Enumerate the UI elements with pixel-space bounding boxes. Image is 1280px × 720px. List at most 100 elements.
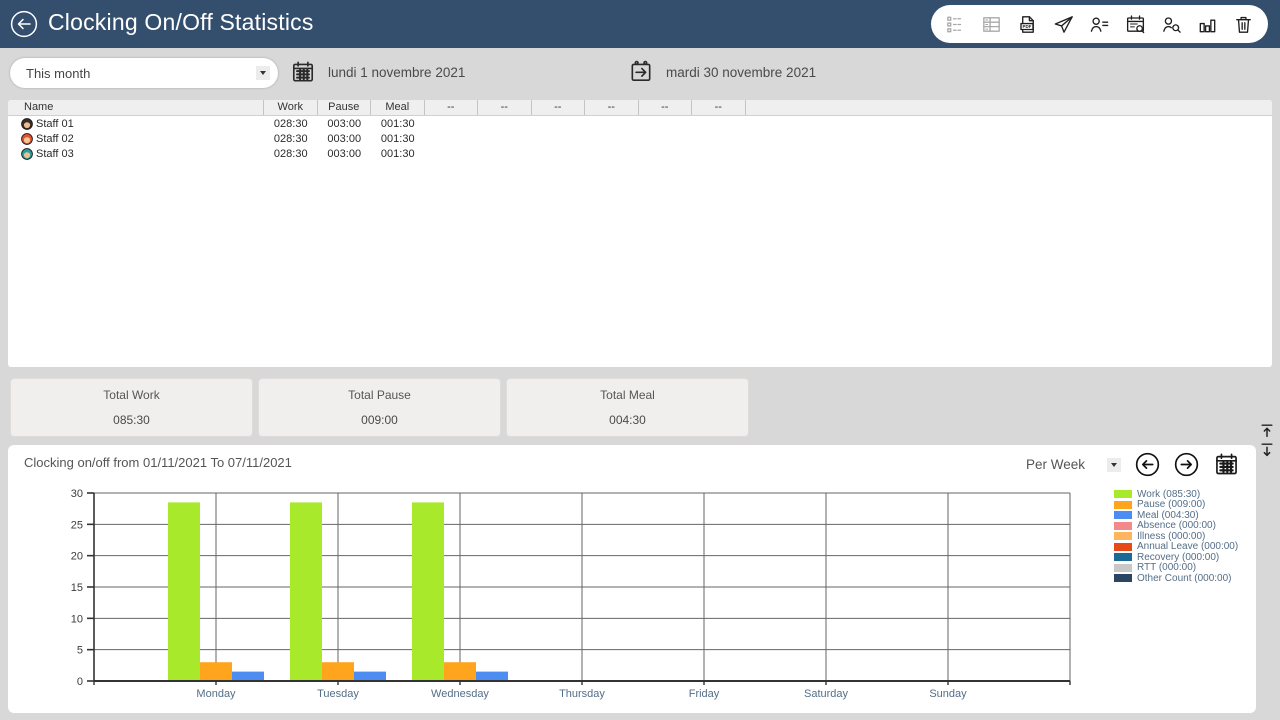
total-work-card: Total Work 085:30 bbox=[10, 378, 253, 437]
column-header-filler bbox=[746, 100, 1273, 115]
legend-swatch bbox=[1114, 564, 1132, 572]
arrow-up-to-line-icon bbox=[1258, 422, 1276, 439]
bar-chart: 051015202530MondayTuesdayWednesdayThursd… bbox=[14, 485, 1114, 711]
back-button[interactable] bbox=[10, 10, 38, 38]
x-category-label: Wednesday bbox=[431, 688, 489, 700]
x-category-label: Saturday bbox=[804, 688, 849, 700]
export-pdf-icon[interactable]: PDF bbox=[1016, 13, 1039, 36]
arrow-down-to-line-icon bbox=[1258, 441, 1276, 458]
bar-monday-3 bbox=[232, 672, 264, 681]
y-tick-label: 5 bbox=[77, 645, 83, 657]
meal-cell: 001:30 bbox=[371, 133, 425, 145]
staff-table: NameWorkPauseMeal------------ Staff 01 02… bbox=[8, 100, 1272, 367]
y-tick-label: 20 bbox=[71, 551, 83, 563]
user-search-icon[interactable] bbox=[1160, 13, 1183, 36]
previous-period-button[interactable] bbox=[1135, 452, 1160, 477]
svg-text:PDF: PDF bbox=[1023, 24, 1032, 29]
staff-name-cell: Staff 03 bbox=[8, 148, 264, 160]
bar-monday-2 bbox=[200, 662, 232, 681]
staff-name-cell: Staff 02 bbox=[8, 133, 264, 145]
report-list-icon[interactable] bbox=[944, 13, 967, 36]
column-header-empty-9: -- bbox=[692, 100, 746, 115]
report-table-icon[interactable] bbox=[980, 13, 1003, 36]
legend-label: Other Count (000:00) bbox=[1137, 573, 1232, 584]
legend-item: Pause (009:00) bbox=[1114, 500, 1254, 511]
bar-wednesday-1 bbox=[412, 502, 444, 681]
bar-tuesday-3 bbox=[354, 672, 386, 681]
arrow-right-circle-icon bbox=[1174, 452, 1199, 477]
y-tick-label: 0 bbox=[77, 676, 83, 688]
total-pause-value: 009:00 bbox=[259, 413, 500, 427]
staff-name: Staff 03 bbox=[36, 148, 74, 160]
column-header-empty-5: -- bbox=[478, 100, 532, 115]
chart-title: Clocking on/off from 01/11/2021 To 07/11… bbox=[24, 455, 292, 470]
expand-down-button[interactable] bbox=[1258, 441, 1276, 458]
legend-item: RTT (000:00) bbox=[1114, 563, 1254, 574]
column-header-empty-7: -- bbox=[585, 100, 639, 115]
date-to-value: mardi 30 novembre 2021 bbox=[666, 65, 816, 80]
legend-label: Work (085:30) bbox=[1137, 489, 1200, 500]
page-title: Clocking On/Off Statistics bbox=[48, 9, 314, 36]
chart-period-select[interactable]: Per Week bbox=[1026, 457, 1121, 472]
staff-name: Staff 02 bbox=[36, 133, 74, 145]
user-details-icon[interactable] bbox=[1088, 13, 1111, 36]
legend-item: Other Count (000:00) bbox=[1114, 573, 1254, 584]
legend-item: Work (085:30) bbox=[1114, 489, 1254, 500]
legend-label: Meal (004:30) bbox=[1137, 510, 1199, 521]
meal-cell: 001:30 bbox=[371, 148, 425, 160]
bar-tuesday-2 bbox=[322, 662, 354, 681]
expand-up-button[interactable] bbox=[1258, 422, 1276, 439]
total-work-value: 085:30 bbox=[11, 413, 252, 427]
work-cell: 028:30 bbox=[264, 148, 318, 160]
chart-period-value: Per Week bbox=[1026, 457, 1085, 472]
staff-name: Staff 01 bbox=[36, 118, 74, 130]
avatar bbox=[21, 118, 33, 130]
legend-swatch bbox=[1114, 490, 1132, 498]
total-meal-card: Total Meal 004:30 bbox=[506, 378, 749, 437]
chart-legend: Work (085:30)Pause (009:00)Meal (004:30)… bbox=[1114, 489, 1254, 584]
avatar bbox=[21, 148, 33, 160]
splitter-controls bbox=[1258, 422, 1276, 458]
legend-label: Pause (009:00) bbox=[1137, 499, 1205, 510]
calendar-search-icon[interactable] bbox=[1124, 13, 1147, 36]
total-work-label: Total Work bbox=[11, 388, 252, 402]
bar-monday-1 bbox=[168, 502, 200, 681]
legend-item: Illness (000:00) bbox=[1114, 531, 1254, 542]
chart-calendar-button[interactable] bbox=[1213, 451, 1240, 478]
pause-cell: 003:00 bbox=[318, 148, 372, 160]
legend-item: Meal (004:30) bbox=[1114, 510, 1254, 521]
delete-icon[interactable] bbox=[1232, 13, 1255, 36]
legend-swatch bbox=[1114, 543, 1132, 551]
legend-item: Annual Leave (000:00) bbox=[1114, 542, 1254, 553]
chevron-down-icon bbox=[1107, 458, 1121, 472]
legend-label: Absence (000:00) bbox=[1137, 520, 1216, 531]
pause-cell: 003:00 bbox=[318, 133, 372, 145]
table-header: NameWorkPauseMeal------------ bbox=[8, 100, 1272, 116]
table-row[interactable]: Staff 03 028:30003:00001:30 bbox=[8, 146, 1272, 161]
x-category-label: Tuesday bbox=[317, 688, 359, 700]
column-header-empty-8: -- bbox=[639, 100, 693, 115]
column-header-empty-4: -- bbox=[425, 100, 479, 115]
table-row[interactable]: Staff 02 028:30003:00001:30 bbox=[8, 131, 1272, 146]
work-cell: 028:30 bbox=[264, 133, 318, 145]
bar-chart-icon[interactable] bbox=[1196, 13, 1219, 36]
legend-label: Illness (000:00) bbox=[1137, 531, 1205, 542]
date-to-field[interactable]: mardi 30 novembre 2021 bbox=[628, 59, 816, 85]
calendar-icon bbox=[290, 59, 316, 85]
work-cell: 028:30 bbox=[264, 118, 318, 130]
date-from-value: lundi 1 novembre 2021 bbox=[328, 65, 465, 80]
back-arrow-icon bbox=[10, 10, 38, 38]
legend-item: Recovery (000:00) bbox=[1114, 552, 1254, 563]
legend-swatch bbox=[1114, 501, 1132, 509]
date-from-field[interactable]: lundi 1 novembre 2021 bbox=[290, 59, 465, 85]
meal-cell: 001:30 bbox=[371, 118, 425, 130]
top-bar: Clocking On/Off Statistics PDF bbox=[0, 0, 1280, 48]
table-row[interactable]: Staff 01028:30003:00001:30 bbox=[8, 116, 1272, 131]
send-icon[interactable] bbox=[1052, 13, 1075, 36]
column-header-meal: Meal bbox=[371, 100, 425, 115]
period-select[interactable]: This month bbox=[10, 58, 278, 88]
bar-tuesday-1 bbox=[290, 502, 322, 681]
x-category-label: Sunday bbox=[929, 688, 967, 700]
next-period-button[interactable] bbox=[1174, 452, 1199, 477]
legend-swatch bbox=[1114, 553, 1132, 561]
